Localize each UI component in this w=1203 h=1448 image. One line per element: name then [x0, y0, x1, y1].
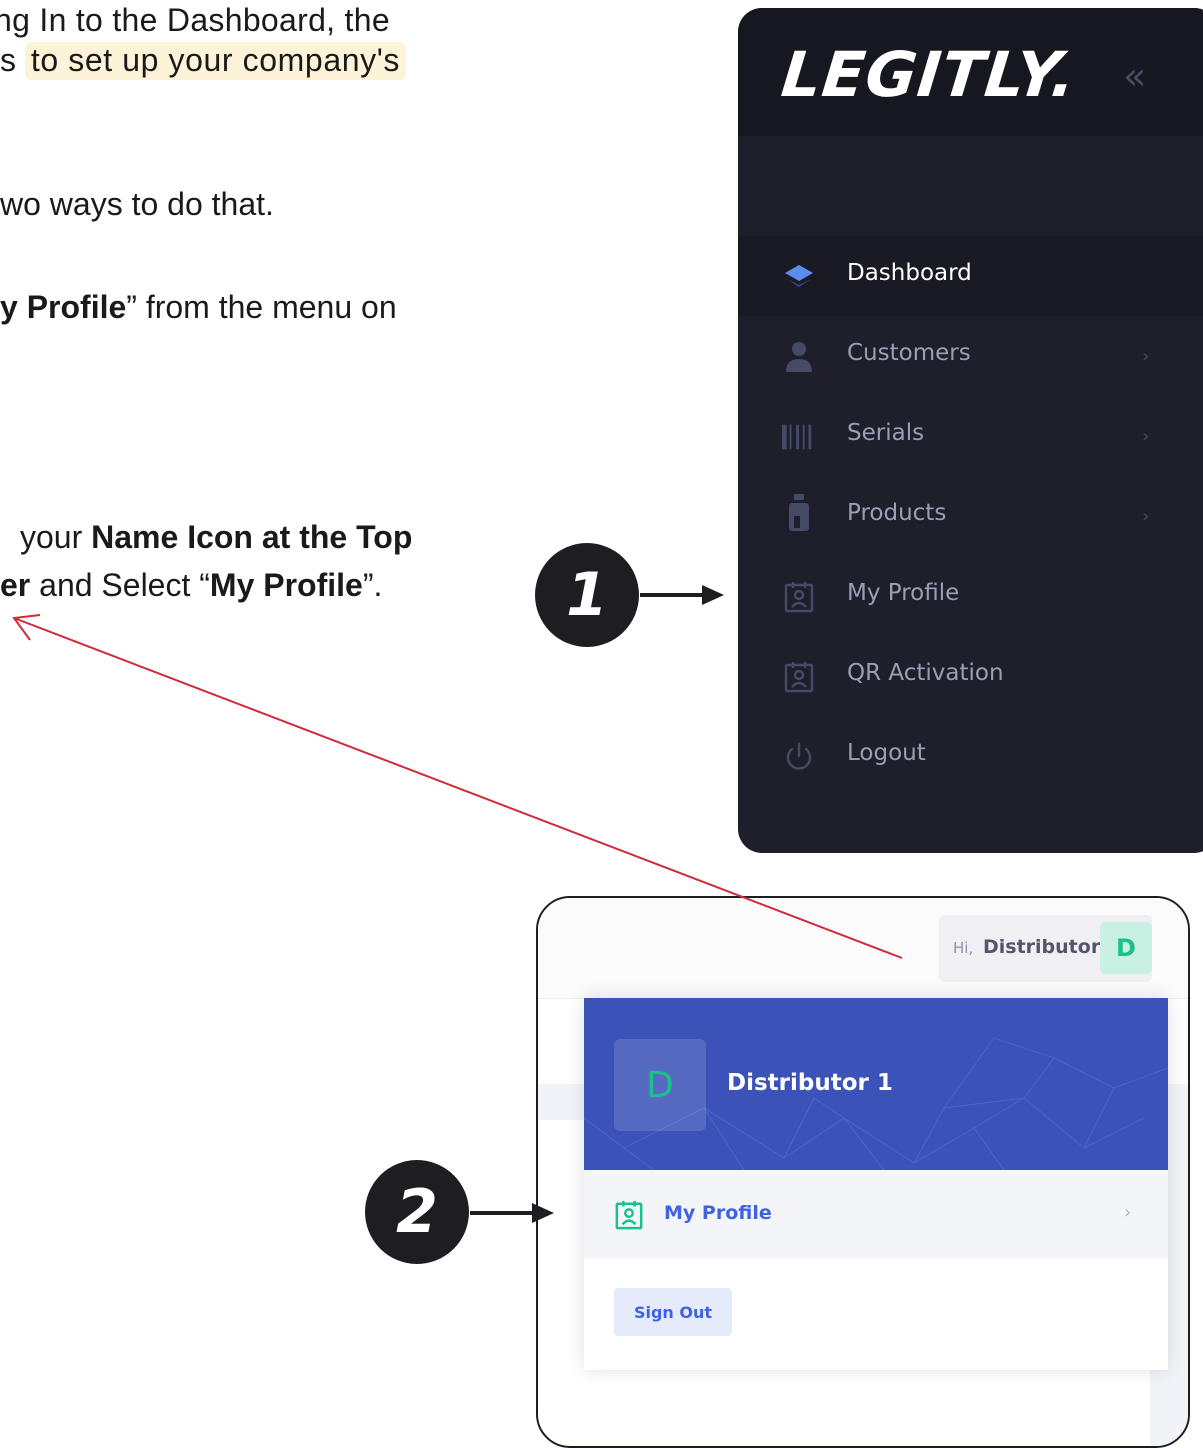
id-card-icon — [782, 580, 816, 614]
sidebar-item-dashboard[interactable]: Dashboard — [738, 236, 1203, 316]
sidebar-item-my-profile[interactable]: My Profile — [738, 556, 1203, 636]
user-icon — [782, 340, 816, 374]
user-menu-screenshot: Hi, Distributor D D Distributor 1 My Pro… — [536, 896, 1190, 1448]
sidebar-item-logout[interactable]: Logout — [738, 716, 1203, 796]
instruction-line-1: ng In to the Dashboard, the — [0, 2, 390, 38]
sidebar-item-serials[interactable]: Serials › — [738, 396, 1203, 476]
sidebar-item-customers[interactable]: Customers › — [738, 316, 1203, 396]
sign-out-button[interactable]: Sign Out — [614, 1288, 732, 1336]
instruction-line-3: wo ways to do that. — [0, 186, 274, 222]
id-card-icon — [782, 660, 816, 694]
highlighted-text: to set up your company's — [24, 42, 407, 80]
power-icon — [782, 740, 816, 774]
my-profile-label: My Profile — [664, 1202, 772, 1224]
barcode-icon — [782, 420, 816, 454]
layers-icon — [782, 260, 816, 294]
chevron-right-icon: › — [1142, 506, 1150, 527]
avatar-large: D — [614, 1039, 706, 1131]
arrow-to-sidebar-my-profile — [640, 585, 724, 605]
id-card-icon — [614, 1200, 644, 1230]
bottle-icon — [782, 494, 816, 531]
sidebar-menu: LEGITLY. « Dashboard Customers › Serials… — [738, 8, 1203, 853]
top-bar: Hi, Distributor D — [538, 898, 1188, 999]
user-name-chip[interactable]: Hi, Distributor D — [939, 915, 1152, 982]
chevron-right-icon: › — [1124, 1202, 1132, 1223]
user-dropdown: D Distributor 1 My Profile › Sign Out — [584, 998, 1168, 1370]
avatar[interactable]: D — [1100, 922, 1152, 974]
instruction-line-2: s to set up your company's — [0, 42, 407, 80]
step-badge-1: 1 — [535, 543, 639, 647]
chevron-right-icon: › — [1142, 346, 1150, 367]
sidebar-item-qr-activation[interactable]: QR Activation — [738, 636, 1203, 716]
greeting: Hi, — [953, 939, 974, 957]
instruction-line-5: your Name Icon at the Top — [20, 519, 413, 555]
user-full-name: Distributor 1 — [727, 1070, 893, 1096]
user-short-name: Distributor — [983, 936, 1101, 958]
double-chevron-left-icon[interactable]: « — [1123, 54, 1146, 98]
legitly-logo: LEGITLY. — [778, 38, 1080, 111]
instruction-line-6: er and Select “My Profile”. — [0, 567, 383, 603]
my-profile-menu-item[interactable]: My Profile › — [584, 1170, 1168, 1258]
step-badge-2: 2 — [365, 1160, 469, 1264]
user-dropdown-header: D Distributor 1 — [584, 998, 1168, 1170]
sidebar-header: LEGITLY. « — [738, 8, 1203, 136]
sidebar-item-products[interactable]: Products › — [738, 476, 1203, 556]
instruction-line-4: y Profile” from the menu on — [0, 289, 397, 325]
chevron-right-icon: › — [1142, 426, 1150, 447]
